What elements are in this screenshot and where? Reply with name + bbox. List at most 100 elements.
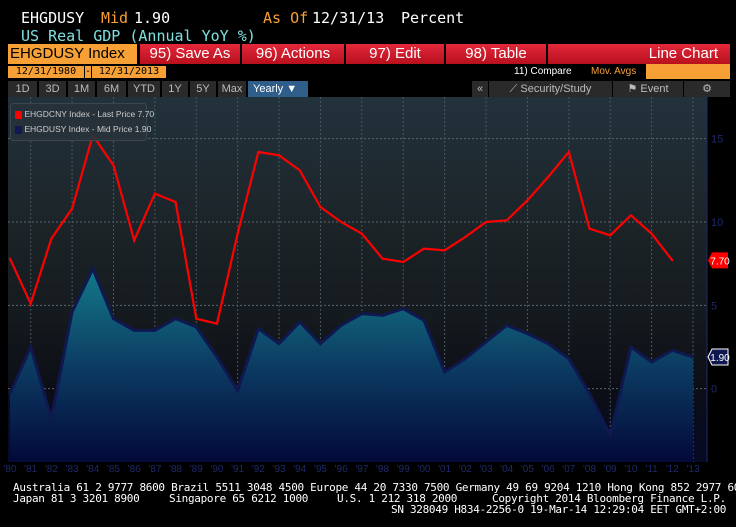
x-tick-label: '99: [397, 464, 410, 475]
x-tick-label: '80: [3, 464, 16, 475]
china-gdp-point: [112, 164, 115, 167]
chart: 15 10 5 0 '80 '81 '82 '83 '84 '85 '86 '87 '88 '89 '90 '…: [3, 97, 730, 475]
description: US Real GDP (Annual YoY %): [21, 27, 256, 45]
us-gdp-point: [339, 324, 343, 327]
asof-date: 12/31/13: [312, 9, 385, 27]
settings-button[interactable]: ⚙: [684, 81, 730, 97]
us-gdp-point: [319, 342, 322, 345]
security-study-button[interactable]: ⟋ Security/Study: [489, 81, 612, 97]
china-gdp-point: [298, 169, 301, 172]
x-tick-label: '87: [148, 464, 161, 475]
legend-label: EHGDUSY Index - Mid Price: [24, 124, 133, 134]
x-tick-label: '01: [438, 464, 451, 475]
us-gdp-point: [484, 340, 488, 344]
collapse-button[interactable]: «: [472, 81, 488, 97]
x-tick-label: '07: [562, 464, 575, 475]
us-gdp-point: [112, 317, 115, 320]
china-gdp-point: [464, 235, 467, 239]
ticker: EHGDUSY: [21, 9, 85, 27]
china-gdp-point: [319, 205, 322, 209]
china-gdp-point: [629, 214, 633, 217]
x-tick-label: '03: [480, 464, 493, 475]
legend-swatch: [15, 125, 22, 134]
x-tick-label: '84: [86, 464, 99, 475]
china-gdp-point: [70, 207, 74, 210]
us-gdp-point: [29, 345, 32, 349]
period-ytd[interactable]: YTD: [128, 81, 160, 97]
chart-type-button[interactable]: Line Chart: [548, 44, 730, 64]
table-button[interactable]: 98) Table: [446, 44, 546, 64]
footer-singapore: Singapore 65 6212 1000: [169, 492, 309, 505]
last-value-tag-blue: 1.90: [707, 348, 730, 366]
us-gdp-point: [195, 325, 198, 329]
x-tick-label: '94: [293, 464, 306, 475]
x-tick-label: '81: [24, 464, 37, 475]
tag-value: 1.90: [710, 353, 730, 364]
china-gdp-point: [29, 302, 32, 305]
china-gdp-point: [650, 232, 653, 235]
china-gdp-point: [443, 249, 446, 252]
us-gdp-point: [505, 324, 508, 327]
end-date-field[interactable]: 12/31/2013: [92, 66, 166, 78]
us-gdp-point: [691, 355, 695, 359]
us-gdp-point: [402, 307, 405, 310]
mid-label: Mid: [101, 9, 129, 27]
frequency-select[interactable]: Yearly ▼: [248, 81, 308, 97]
x-tick-label: '92: [252, 464, 265, 475]
y-tick-label: 15: [711, 134, 723, 146]
china-gdp-point: [360, 232, 363, 235]
x-tick-label: '12: [666, 464, 679, 475]
mov-avgs-button[interactable]: Mov. Avgs: [591, 66, 636, 77]
china-gdp-point: [8, 257, 12, 260]
event-label: Event: [640, 83, 669, 95]
period-6m[interactable]: 6M: [97, 81, 126, 97]
period-5y[interactable]: 5Y: [190, 81, 216, 97]
china-gdp-point: [547, 175, 550, 179]
period-1d[interactable]: 1D: [8, 81, 37, 97]
x-tick-label: '11: [645, 464, 658, 475]
china-gdp-point: [422, 247, 426, 250]
x-tick-label: '93: [273, 464, 286, 475]
start-date-field[interactable]: 12/31/1980: [8, 66, 84, 78]
x-tick-label: '82: [45, 464, 58, 475]
actions-button[interactable]: 96) Actions: [242, 44, 344, 64]
china-gdp-point: [50, 237, 53, 240]
x-tick-label: '08: [583, 464, 596, 475]
us-gdp-point: [8, 392, 12, 395]
us-gdp-point: [257, 327, 260, 330]
date-separator: -: [85, 66, 92, 78]
period-1m[interactable]: 1M: [68, 81, 95, 97]
save-as-button[interactable]: 95) Save As: [140, 44, 240, 64]
flag-icon: ⚑: [627, 83, 641, 95]
china-gdp-point: [484, 220, 488, 224]
tag-value: 7.70: [710, 256, 730, 267]
x-tick-label: '06: [542, 464, 555, 475]
china-gdp-point: [567, 150, 570, 154]
x-tick-label: '95: [314, 464, 327, 475]
event-button[interactable]: ⚑ Event: [613, 81, 683, 97]
china-gdp-point: [402, 260, 405, 264]
period-max[interactable]: Max: [218, 81, 246, 97]
china-gdp-point: [257, 150, 260, 154]
edit-button[interactable]: 97) Edit: [346, 44, 444, 64]
china-gdp-point: [277, 154, 281, 157]
china-gdp-point: [195, 317, 198, 320]
period-3d[interactable]: 3D: [39, 81, 66, 97]
us-gdp-point: [174, 317, 177, 320]
mov-avgs-slots[interactable]: [646, 64, 730, 79]
us-gdp-point: [671, 349, 674, 352]
us-gdp-point: [422, 319, 426, 322]
us-gdp-point: [236, 389, 239, 392]
x-tick-label: '09: [604, 464, 617, 475]
security-field[interactable]: EHGDUSY Index: [8, 44, 137, 64]
security-study-label: Security/Study: [520, 83, 592, 95]
mid-value: 1.90: [134, 9, 171, 27]
legend-item-blue: EHGDUSY Index - Mid Price 1.90: [15, 124, 151, 134]
x-tick-label: '05: [521, 464, 534, 475]
period-1y[interactable]: 1Y: [162, 81, 188, 97]
us-gdp-point: [153, 329, 157, 332]
compare-button[interactable]: 11) Compare: [514, 66, 572, 77]
y-tick-label: 5: [711, 300, 717, 312]
us-gdp-point: [215, 355, 219, 359]
y-tick-label: 10: [711, 217, 723, 229]
